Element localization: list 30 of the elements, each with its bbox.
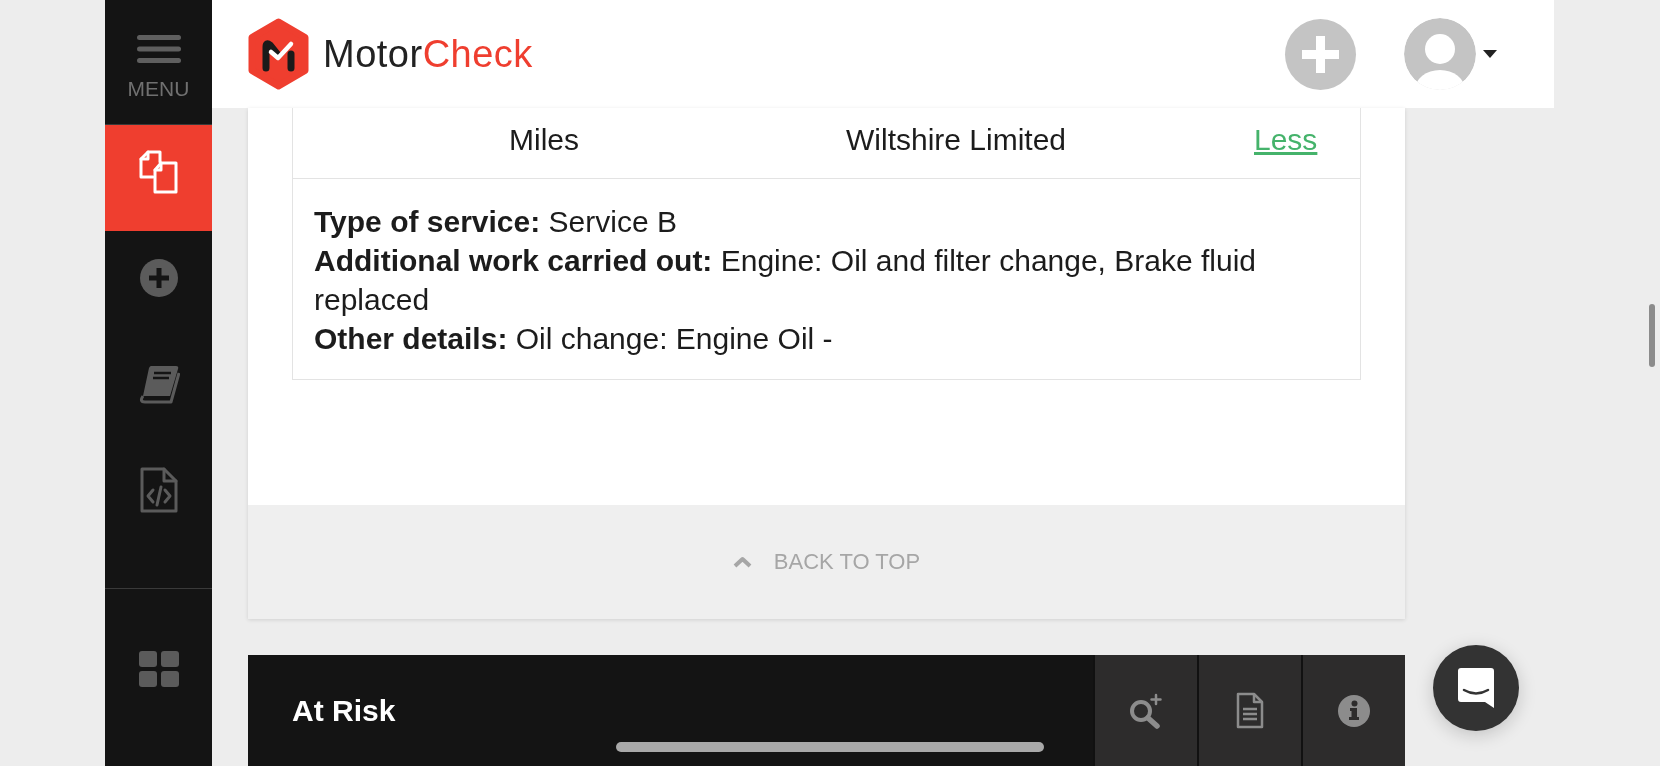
sidebar-item[interactable]: [105, 125, 212, 231]
book-icon: [137, 364, 180, 404]
detail-line: Other details: Oil change: Engine Oil -: [314, 321, 833, 357]
plus-circle-icon: [139, 259, 178, 297]
menu-icon: [136, 35, 181, 63]
section-action-button[interactable]: [1301, 655, 1405, 766]
section-title: At Risk: [292, 692, 396, 729]
grid-icon: [138, 651, 179, 687]
chat-icon: [1457, 667, 1495, 709]
detail-line: Type of service: Service B: [314, 204, 677, 240]
zoom-in-icon: [1128, 692, 1164, 729]
code-file-icon: [139, 467, 178, 513]
table-cell: Wiltshire Limited: [846, 123, 1067, 156]
detail-line: Additional work carried out: Engine: Oil and filter change, Brake fluid replaced: [314, 243, 1258, 318]
caret-icon: [1483, 50, 1497, 58]
logo-link[interactable]: MotorCheck: [247, 18, 533, 90]
document-icon: [1236, 692, 1264, 729]
account-menu-button[interactable]: [1404, 18, 1497, 90]
scrollbar-thumb: [1649, 304, 1655, 367]
logo-icon: [247, 18, 310, 90]
avatar-icon: [1404, 18, 1476, 90]
show-less-link[interactable]: Less: [1254, 123, 1318, 156]
section-action-button[interactable]: [1197, 655, 1301, 766]
documents-icon: [138, 150, 179, 194]
chevron-up-icon: [732, 556, 752, 568]
info-icon: [1338, 694, 1370, 727]
back-to-top-button[interactable]: BACK TO TOP: [732, 549, 921, 575]
section-action-button[interactable]: [1093, 655, 1197, 766]
plus-icon: [1302, 35, 1339, 73]
table-cell: Miles: [509, 123, 579, 156]
